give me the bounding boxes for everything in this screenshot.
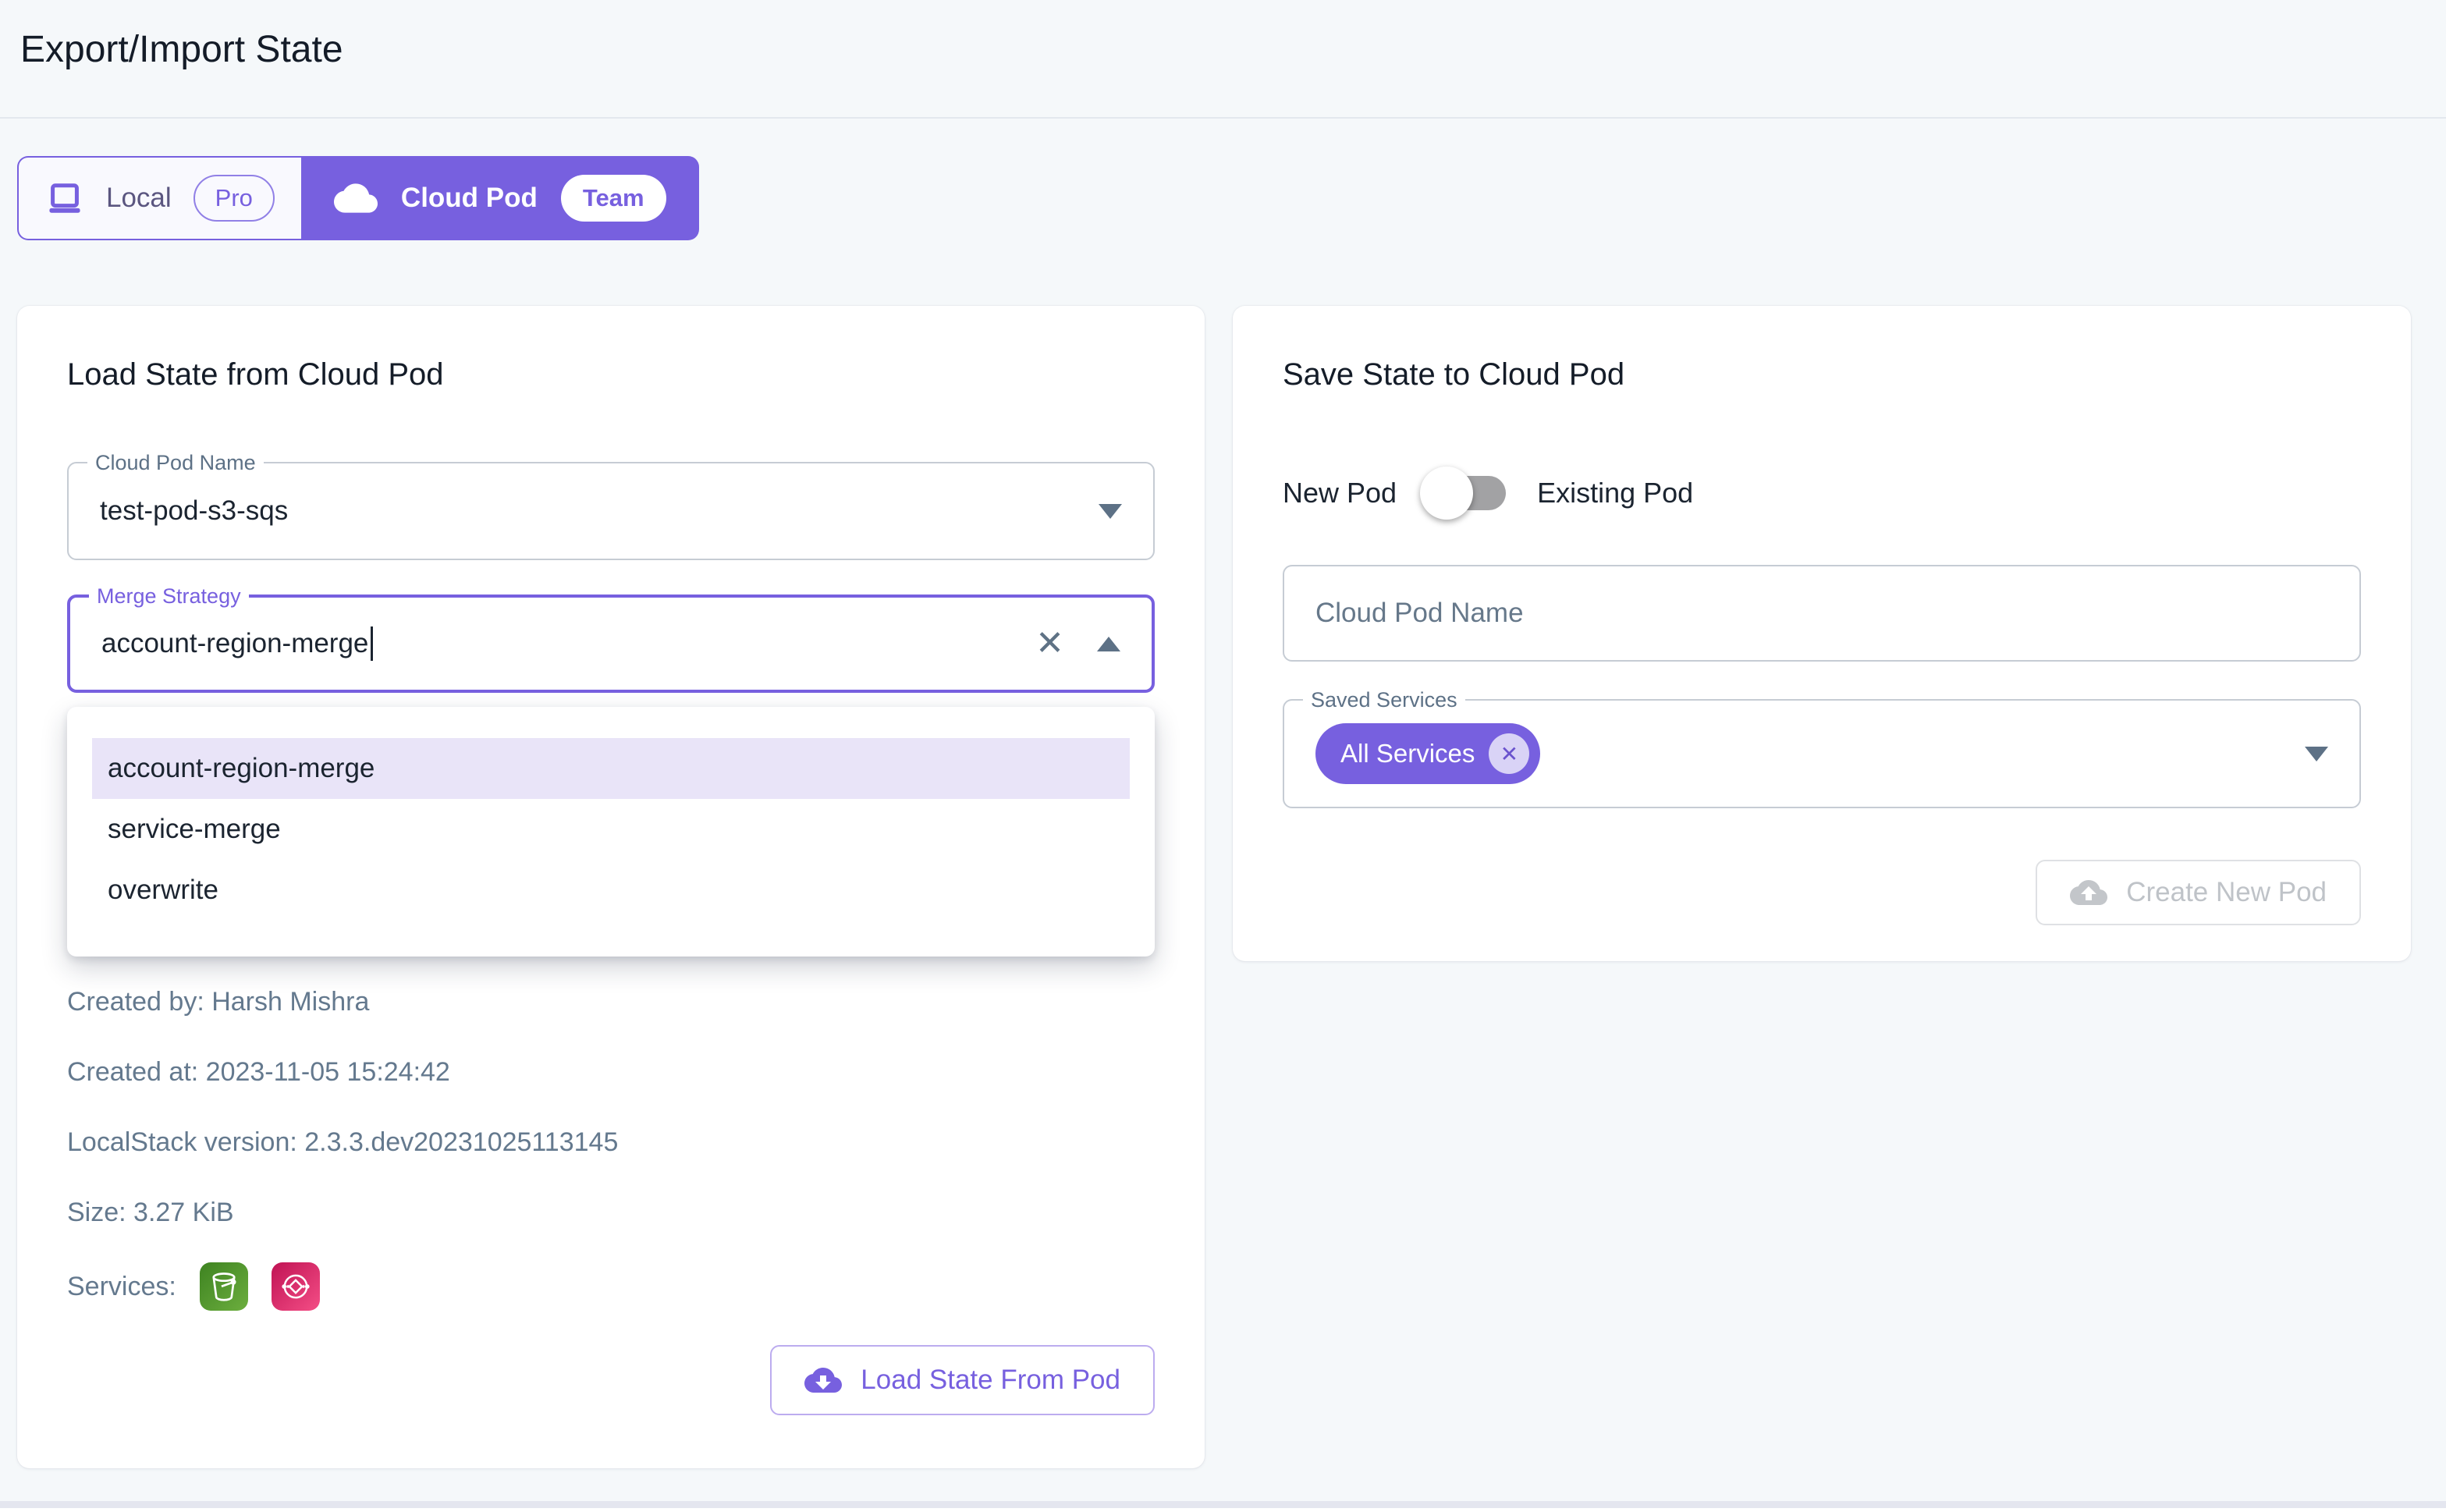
create-new-pod-button[interactable]: Create New Pod bbox=[2036, 860, 2361, 925]
saved-services-field[interactable]: Saved Services All Services ✕ bbox=[1283, 699, 2361, 808]
merge-strategy-label: Merge Strategy bbox=[89, 584, 249, 609]
meta-created-at: Created at: 2023-11-05 15:24:42 bbox=[67, 1056, 1155, 1088]
pro-badge: Pro bbox=[193, 175, 275, 222]
page-title: Export/Import State bbox=[20, 27, 343, 73]
cloud-icon bbox=[334, 176, 378, 220]
tab-cloud-pod-label: Cloud Pod bbox=[401, 183, 538, 214]
clear-icon[interactable]: ✕ bbox=[1035, 626, 1064, 661]
pod-mode-switch[interactable] bbox=[1420, 465, 1514, 521]
meta-created-by: Created by: Harsh Mishra bbox=[67, 986, 1155, 1017]
tab-cloud-pod[interactable]: Cloud Pod Team bbox=[301, 156, 699, 240]
option-overwrite[interactable]: overwrite bbox=[92, 860, 1130, 921]
existing-pod-label: Existing Pod bbox=[1537, 477, 1693, 509]
cloud-upload-icon bbox=[2070, 874, 2107, 911]
text-caret bbox=[371, 626, 373, 661]
all-services-chip-label: All Services bbox=[1340, 739, 1475, 768]
s3-bucket-icon bbox=[200, 1262, 248, 1311]
save-card-title: Save State to Cloud Pod bbox=[1283, 356, 2361, 393]
chevron-up-icon[interactable] bbox=[1097, 637, 1120, 651]
load-state-card: Load State from Cloud Pod Cloud Pod Name… bbox=[17, 306, 1205, 1468]
chevron-down-icon bbox=[2305, 747, 2328, 761]
save-state-card: Save State to Cloud Pod New Pod Existing… bbox=[1233, 306, 2411, 961]
merge-strategy-value: account-region-merge bbox=[101, 628, 368, 659]
cloud-pod-name-select[interactable]: Cloud Pod Name test-pod-s3-sqs bbox=[67, 462, 1155, 560]
saved-services-label: Saved Services bbox=[1303, 687, 1465, 712]
header-divider bbox=[0, 117, 2446, 119]
tab-local-label: Local bbox=[106, 183, 172, 214]
cloud-pod-name-select-label: Cloud Pod Name bbox=[87, 450, 264, 475]
horizontal-scrollbar[interactable] bbox=[0, 1501, 2446, 1508]
pod-mode-toggle-row: New Pod Existing Pod bbox=[1283, 465, 2361, 521]
all-services-chip: All Services ✕ bbox=[1315, 723, 1540, 784]
services-label: Services: bbox=[67, 1272, 176, 1302]
chevron-down-icon bbox=[1099, 504, 1122, 519]
circle-x-icon[interactable]: ✕ bbox=[1489, 733, 1529, 774]
cloud-pod-name-select-value: test-pod-s3-sqs bbox=[100, 495, 288, 527]
merge-strategy-combobox[interactable]: Merge Strategy account-region-merge ✕ bbox=[67, 595, 1155, 693]
switch-thumb bbox=[1420, 467, 1473, 520]
load-state-button[interactable]: Load State From Pod bbox=[770, 1345, 1155, 1415]
tab-local[interactable]: Local Pro bbox=[17, 156, 301, 240]
team-badge: Team bbox=[561, 175, 666, 222]
meta-size: Size: 3.27 KiB bbox=[67, 1197, 1155, 1228]
sqs-queue-icon bbox=[272, 1262, 320, 1311]
new-pod-label: New Pod bbox=[1283, 477, 1397, 509]
cloud-pod-name-input[interactable] bbox=[1283, 565, 2361, 662]
laptop-icon bbox=[45, 179, 84, 218]
load-state-button-label: Load State From Pod bbox=[861, 1365, 1120, 1396]
create-new-pod-button-label: Create New Pod bbox=[2126, 877, 2327, 908]
option-service-merge[interactable]: service-merge bbox=[92, 799, 1130, 860]
merge-strategy-listbox: account-region-merge service-merge overw… bbox=[67, 707, 1155, 957]
services-row: Services: bbox=[67, 1262, 1155, 1311]
state-mode-segmented-control: Local Pro Cloud Pod Team bbox=[17, 156, 699, 240]
bottom-strip bbox=[0, 1508, 2446, 1512]
meta-localstack-version: LocalStack version: 2.3.3.dev20231025113… bbox=[67, 1127, 1155, 1158]
cloud-download-icon bbox=[804, 1361, 842, 1399]
option-account-region-merge[interactable]: account-region-merge bbox=[92, 738, 1130, 799]
load-card-title: Load State from Cloud Pod bbox=[67, 356, 1155, 393]
